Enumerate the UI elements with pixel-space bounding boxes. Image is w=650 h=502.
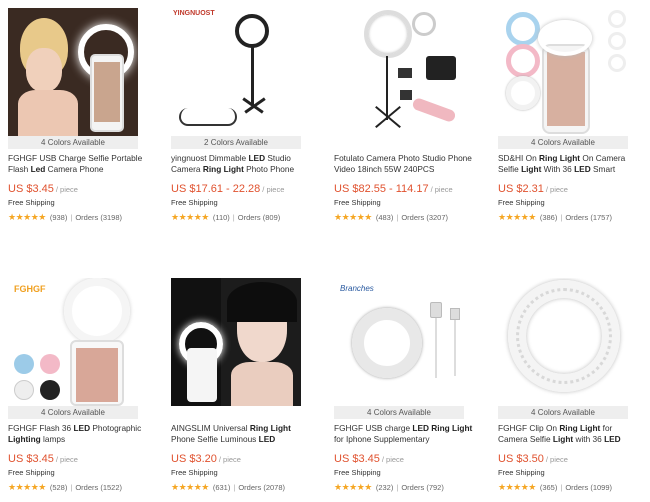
star-rating-icon: ★★★★★ [8,482,46,492]
shipping-label: Free Shipping [498,468,545,477]
star-rating-icon: ★★★★★ [498,482,536,492]
colors-available: 2 Colors Available [171,136,301,149]
review-count[interactable]: (386) [540,213,558,222]
order-count[interactable]: Orders (1099) [565,483,612,492]
review-count[interactable]: (938) [50,213,68,222]
product-image[interactable] [8,8,138,136]
product-image[interactable] [498,278,628,406]
order-count[interactable]: Orders (3207) [401,213,448,222]
rating-row: ★★★★★ (528) | Orders (1522) [8,482,122,492]
rating-row: ★★★★★ (110) | Orders (809) [171,212,281,222]
price-unit: / piece [218,455,241,464]
colors-available [171,406,301,419]
brand-logo: YINGNUOST [173,10,215,17]
product-card[interactable]: AINGSLIM Universal Ring Light Phone Self… [163,278,313,493]
product-image[interactable]: Branches [334,278,464,406]
product-title[interactable]: Fotulato Camera Photo Studio Phone Video… [334,153,474,175]
product-grid: 4 Colors Available FGHGF USB Charge Self… [0,0,650,502]
order-count[interactable]: Orders (809) [238,213,281,222]
shipping-label: Free Shipping [8,198,55,207]
price-unit: / piece [381,455,404,464]
product-title[interactable]: AINGSLIM Universal Ring Light Phone Self… [171,423,311,445]
shipping-label: Free Shipping [8,468,55,477]
product-image[interactable] [334,8,464,136]
shipping-label: Free Shipping [171,468,218,477]
product-title[interactable]: FGHGF USB charge LED Ring Light for Ipho… [334,423,474,445]
shipping-label: Free Shipping [171,198,218,207]
star-rating-icon: ★★★★★ [334,212,372,222]
product-price: US $3.45/ piece [334,453,404,465]
order-count[interactable]: Orders (3198) [75,213,122,222]
colors-available [334,136,464,149]
product-title[interactable]: yingnuost Dimmable LED Studio Camera Rin… [171,153,311,175]
star-rating-icon: ★★★★★ [498,212,536,222]
review-count[interactable]: (528) [50,483,68,492]
product-price: US $2.31/ piece [498,183,568,195]
product-card[interactable]: 4 Colors Available FGHGF Clip On Ring Li… [490,278,640,493]
product-card[interactable]: FGHGF 4 Colors Available FGHGF Flash 36 … [0,278,150,493]
shipping-label: Free Shipping [334,468,381,477]
product-card[interactable]: 4 Colors Available SD&HI On Ring Light O… [490,8,640,223]
price-unit: / piece [55,185,78,194]
rating-row: ★★★★★ (938) | Orders (3198) [8,212,122,222]
colors-available: 4 Colors Available [334,406,464,419]
price-unit: / piece [430,185,453,194]
product-image[interactable] [171,278,301,406]
product-card[interactable]: Branches 4 Colors Available FGHGF USB ch… [326,278,476,493]
brand-logo: FGHGF [14,284,46,294]
rating-row: ★★★★★ (483) | Orders (3207) [334,212,448,222]
price-unit: / piece [262,185,285,194]
product-title[interactable]: FGHGF Flash 36 LED Photographic Lighting… [8,423,148,445]
product-image[interactable]: YINGNUOST [171,8,301,136]
product-image[interactable]: FGHGF [8,278,138,406]
product-price: US $82.55 - 114.17/ piece [334,183,453,195]
price-unit: / piece [545,455,568,464]
colors-available: 4 Colors Available [498,136,628,149]
colors-available: 4 Colors Available [498,406,628,419]
brand-logo: Branches [340,284,374,293]
product-price: US $3.20/ piece [171,453,241,465]
star-rating-icon: ★★★★★ [334,482,372,492]
rating-row: ★★★★★ (232) | Orders (792) [334,482,444,492]
order-count[interactable]: Orders (1522) [75,483,122,492]
review-count[interactable]: (631) [213,483,231,492]
review-count[interactable]: (483) [376,213,394,222]
price-unit: / piece [545,185,568,194]
colors-available: 4 Colors Available [8,136,138,149]
product-title[interactable]: SD&HI On Ring Light On Camera Selfie Lig… [498,153,638,175]
star-rating-icon: ★★★★★ [171,482,209,492]
review-count[interactable]: (110) [213,213,230,222]
review-count[interactable]: (232) [376,483,394,492]
product-title[interactable]: FGHGF Clip On Ring Light for Camera Self… [498,423,638,445]
colors-available: 4 Colors Available [8,406,138,419]
shipping-label: Free Shipping [334,198,381,207]
review-count[interactable]: (365) [540,483,558,492]
order-count[interactable]: Orders (2078) [238,483,285,492]
product-price: US $17.61 - 22.28/ piece [171,183,285,195]
product-card[interactable]: YINGNUOST 2 Colors Available yingnuost D… [163,8,313,223]
rating-row: ★★★★★ (386) | Orders (1757) [498,212,612,222]
order-count[interactable]: Orders (792) [401,483,444,492]
rating-row: ★★★★★ (631) | Orders (2078) [171,482,285,492]
product-image[interactable] [498,8,628,136]
star-rating-icon: ★★★★★ [171,212,209,222]
product-card[interactable]: 4 Colors Available FGHGF USB Charge Self… [0,8,150,223]
rating-row: ★★★★★ (365) | Orders (1099) [498,482,612,492]
product-price: US $3.50/ piece [498,453,568,465]
price-unit: / piece [55,455,78,464]
order-count[interactable]: Orders (1757) [565,213,612,222]
product-price: US $3.45/ piece [8,183,78,195]
shipping-label: Free Shipping [498,198,545,207]
star-rating-icon: ★★★★★ [8,212,46,222]
product-price: US $3.45/ piece [8,453,78,465]
product-title[interactable]: FGHGF USB Charge Selfie Portable Flash L… [8,153,148,175]
product-card[interactable]: Fotulato Camera Photo Studio Phone Video… [326,8,476,223]
